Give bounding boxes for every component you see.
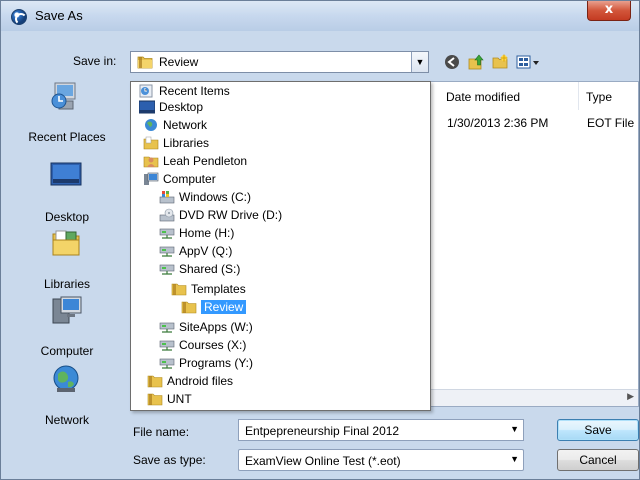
place-recent-places[interactable]: Recent Places	[9, 81, 125, 144]
dropdown-item-appv-q[interactable]: AppV (Q:)	[159, 243, 232, 259]
window-title: Save As	[35, 8, 83, 23]
place-label: Computer	[40, 344, 94, 358]
network-drive-icon	[159, 358, 175, 369]
dropdown-item-shared-s[interactable]: Shared (S:)	[159, 261, 240, 277]
recent-places-icon	[51, 82, 76, 110]
save-as-type-select[interactable]: ExamView Online Test (*.eot) ▼	[238, 449, 524, 471]
chevron-down-icon[interactable]: ▼	[510, 424, 519, 434]
chevron-down-icon[interactable]: ▼	[411, 52, 428, 72]
network-drive-icon	[159, 228, 175, 239]
save-as-dialog: Save As x Save in: Review ▼ Recent Place…	[0, 0, 640, 480]
up-folder-icon[interactable]	[467, 53, 485, 71]
libraries-icon	[143, 136, 159, 150]
place-network[interactable]: Network	[9, 364, 125, 427]
toolbar-nav	[443, 53, 541, 71]
place-label: Libraries	[43, 277, 91, 291]
folder-icon	[171, 283, 187, 296]
column-header-type[interactable]: Type	[579, 82, 639, 110]
dropdown-item-programs-y[interactable]: Programs (Y:)	[159, 355, 253, 371]
save-in-dropdown[interactable]: Recent Items Desktop Network Libraries L…	[130, 81, 431, 411]
scroll-right-icon[interactable]: ▶	[627, 391, 634, 402]
file-name-value[interactable]: Entpepreneurship Final 2012	[245, 424, 399, 438]
dropdown-item-review[interactable]: Review	[181, 299, 247, 315]
network-drive-icon	[159, 340, 175, 351]
save-as-type-label: Save as type:	[133, 453, 206, 467]
computer-icon	[144, 172, 159, 185]
back-icon[interactable]	[443, 53, 461, 71]
network-icon	[53, 365, 79, 392]
dropdown-item-unt[interactable]: UNT	[147, 391, 192, 407]
dropdown-item-recent-items[interactable]: Recent Items	[139, 83, 230, 99]
windows-drive-icon	[159, 191, 175, 204]
place-label: Network	[44, 413, 89, 427]
row-date[interactable]: 1/30/2013 2:36 PM	[447, 116, 548, 130]
dropdown-item-desktop[interactable]: Desktop	[139, 99, 203, 115]
dropdown-item-dvd-rw-drive-d[interactable]: DVD RW Drive (D:)	[159, 207, 282, 223]
dropdown-item-templates[interactable]: Templates	[171, 281, 246, 297]
desktop-icon	[139, 100, 155, 114]
dropdown-item-courses-x[interactable]: Courses (X:)	[159, 337, 246, 353]
desktop-icon	[50, 162, 82, 186]
place-libraries[interactable]: Libraries	[9, 228, 125, 291]
column-header-date-modified[interactable]: Date modified	[439, 82, 579, 110]
libraries-icon	[52, 230, 80, 256]
save-as-type-value: ExamView Online Test (*.eot)	[245, 454, 401, 468]
network-drive-icon	[159, 264, 175, 275]
places-bar: Recent Places Desktop Libraries Computer…	[9, 81, 125, 431]
file-name-label: File name:	[133, 425, 190, 439]
close-button[interactable]: x	[587, 1, 631, 21]
place-computer[interactable]: Computer	[9, 295, 125, 358]
folder-icon	[147, 375, 163, 388]
save-in-combo[interactable]: Review ▼	[130, 51, 429, 73]
dropdown-item-siteapps-w[interactable]: SiteApps (W:)	[159, 319, 253, 335]
dvd-drive-icon	[159, 208, 175, 222]
place-desktop[interactable]: Desktop	[9, 161, 125, 224]
recent-items-icon	[139, 84, 153, 98]
cancel-button[interactable]: Cancel	[557, 449, 639, 471]
dropdown-item-computer[interactable]: Computer	[143, 171, 216, 187]
place-label: Recent Places	[28, 130, 106, 144]
dropdown-item-home-h[interactable]: Home (H:)	[159, 225, 234, 241]
user-folder-icon	[143, 156, 159, 168]
file-name-input[interactable]: Entpepreneurship Final 2012 ▼	[238, 419, 524, 441]
network-drive-icon	[159, 246, 175, 257]
network-drive-icon	[159, 322, 175, 333]
save-in-label: Save in:	[73, 54, 117, 68]
dropdown-item-libraries[interactable]: Libraries	[143, 135, 209, 151]
dropdown-item-android-files[interactable]: Android files	[147, 373, 233, 389]
save-as-app-icon	[11, 9, 27, 25]
dropdown-item-windows-c[interactable]: Windows (C:)	[159, 189, 251, 205]
place-label: Desktop	[44, 210, 90, 224]
dropdown-item-network[interactable]: Network	[143, 117, 207, 133]
computer-icon	[52, 296, 82, 324]
new-folder-icon[interactable]	[491, 53, 509, 71]
folder-icon	[137, 56, 153, 69]
dropdown-item-leah-pendleton[interactable]: Leah Pendleton	[143, 153, 247, 169]
row-type[interactable]: EOT File	[587, 116, 634, 130]
views-icon[interactable]	[515, 53, 541, 71]
folder-icon	[147, 393, 163, 406]
save-button[interactable]: Save	[557, 419, 639, 441]
save-in-value: Review	[159, 55, 199, 69]
title-bar[interactable]: Save As x	[1, 1, 639, 31]
folder-icon	[181, 301, 197, 314]
chevron-down-icon[interactable]: ▼	[510, 454, 519, 464]
network-icon	[145, 119, 157, 131]
